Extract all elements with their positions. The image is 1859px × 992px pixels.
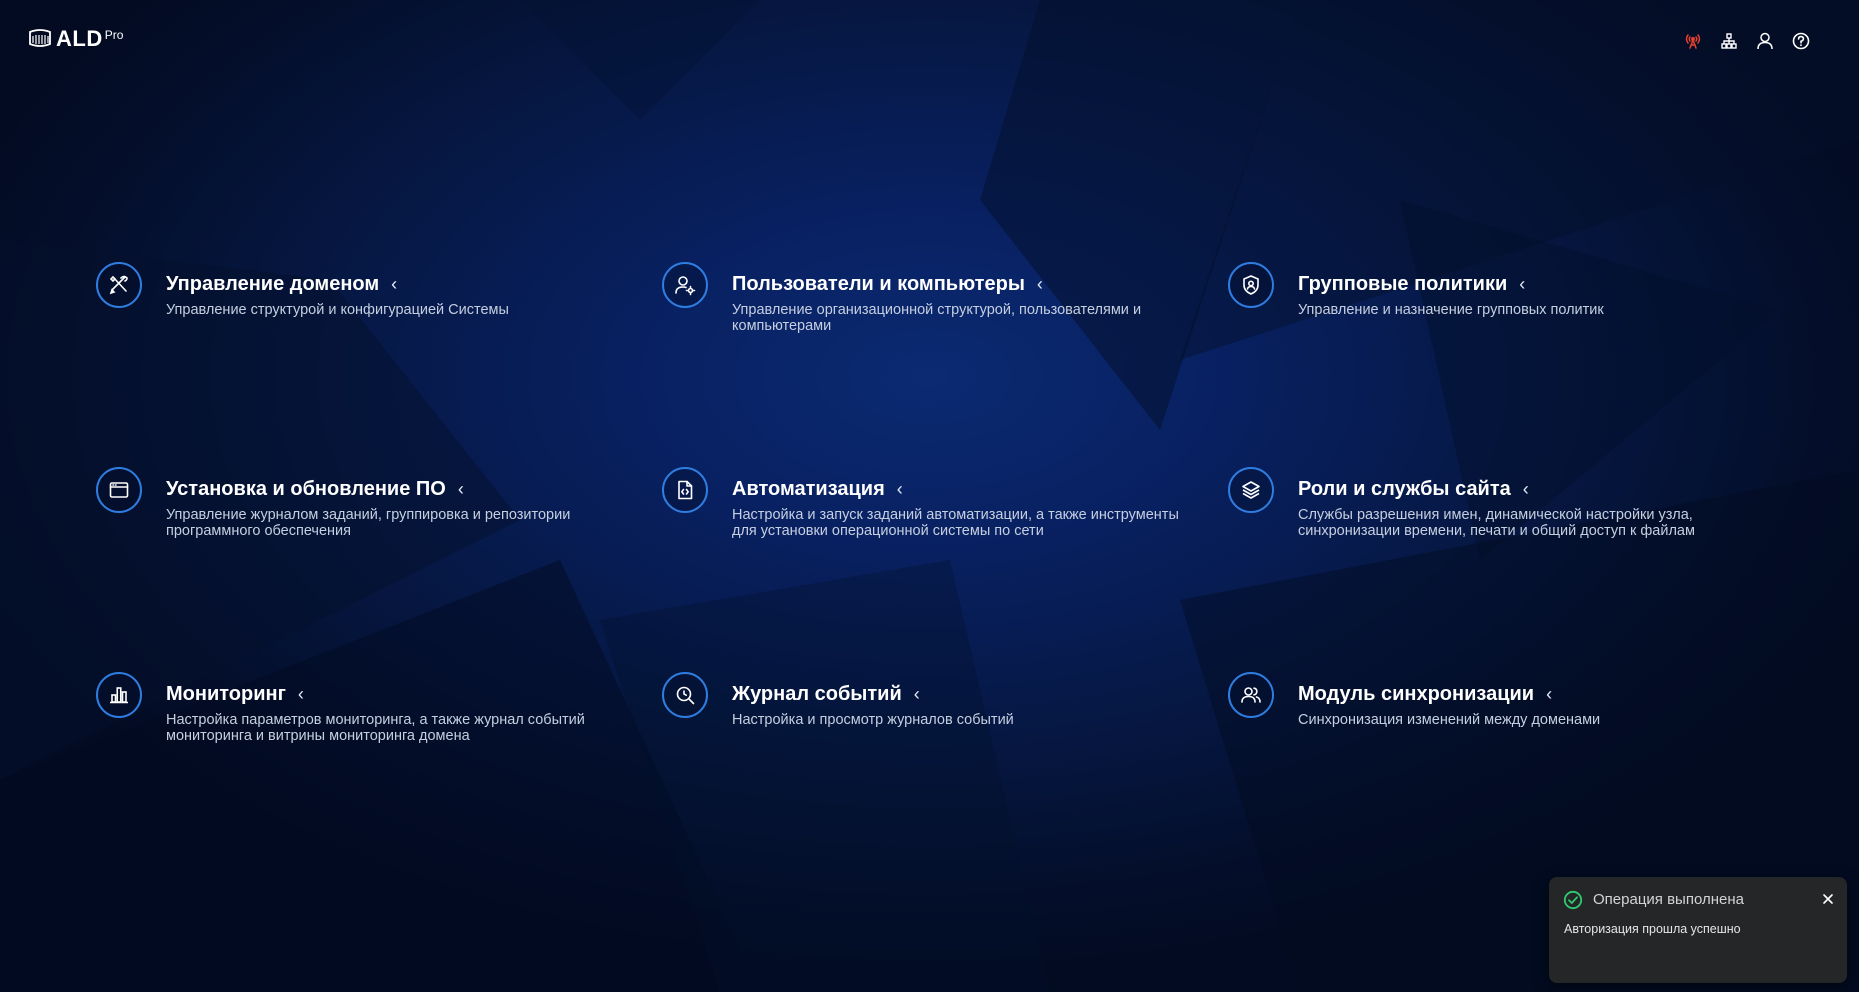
module-title: Автоматизация ‹ [732, 476, 903, 502]
module-title: Роли и службы сайта ‹ [1298, 476, 1529, 502]
users-sync-icon [1228, 672, 1274, 718]
module-title-text: Управление доменом [166, 273, 380, 295]
shield-user-icon [1228, 262, 1274, 308]
tools-icon [96, 262, 142, 308]
module-description: Настройка и просмотр журналов событий [732, 712, 1014, 728]
toast-notification: Операция выполнена Авторизация прошла ус… [1549, 877, 1847, 983]
module-description: Управление журналом заданий, группировка… [166, 507, 571, 539]
module-title-text: Мониторинг [166, 683, 286, 705]
module-title: Установка и обновление ПО ‹ [166, 476, 464, 502]
module-title: Мониторинг ‹ [166, 681, 304, 707]
search-log-icon [662, 672, 708, 718]
logo-mark-icon [29, 29, 51, 47]
module-title: Пользователи и компьютеры ‹ [732, 271, 1043, 297]
chevron-left-icon: ‹ [1519, 274, 1526, 294]
close-icon[interactable] [1821, 892, 1835, 906]
module-description: Настройка и запуск заданий автоматизации… [732, 507, 1179, 539]
chevron-left-icon: ‹ [391, 274, 398, 294]
module-description: Управление организационной структурой, п… [732, 302, 1142, 334]
top-header: ALD Pro [0, 0, 1859, 80]
user-settings-icon [662, 262, 708, 308]
module-title: Управление доменом ‹ [166, 271, 397, 297]
chevron-left-icon: ‹ [1546, 684, 1553, 704]
module-title-text: Модуль синхронизации [1298, 683, 1535, 705]
code-file-icon [662, 467, 708, 513]
logo[interactable]: ALD Pro [28, 26, 123, 52]
sitemap-icon[interactable] [1718, 30, 1740, 52]
chevron-left-icon: ‹ [297, 684, 304, 704]
module-title: Групповые политики ‹ [1298, 271, 1525, 297]
toast-title: Операция выполнена [1593, 891, 1744, 908]
logo-superscript: Pro [104, 28, 124, 42]
module-description: Управление и назначение групповых полити… [1298, 302, 1604, 318]
header-toolbar [1682, 30, 1826, 52]
module-title-text: Групповые политики [1298, 273, 1508, 295]
module-title-text: Установка и обновление ПО [166, 478, 446, 500]
chevron-left-icon: ‹ [457, 479, 464, 499]
chevron-left-icon: ‹ [1522, 479, 1529, 499]
app-window-icon [96, 467, 142, 513]
module-description: Синхронизация изменений между доменами [1298, 712, 1601, 728]
bar-chart-icon [96, 672, 142, 718]
chevron-left-icon: ‹ [913, 684, 920, 704]
module-title: Модуль синхронизации ‹ [1298, 681, 1552, 707]
user-icon[interactable] [1754, 30, 1776, 52]
module-title-text: Роли и службы сайта [1298, 478, 1511, 500]
toast-message: Авторизация прошла успешно [1564, 922, 1741, 936]
module-description: Управление структурой и конфигурацией Си… [166, 302, 509, 318]
module-title-text: Пользователи и компьютеры [732, 273, 1025, 295]
module-description: Настройка параметров мониторинга, а такж… [166, 712, 585, 744]
logo-text: ALD [56, 26, 103, 51]
layers-icon [1228, 467, 1274, 513]
module-description: Службы разрешения имен, динамической нас… [1298, 507, 1695, 539]
module-title-text: Журнал событий [732, 683, 902, 705]
chevron-left-icon: ‹ [896, 479, 903, 499]
module-title: Журнал событий ‹ [732, 681, 920, 707]
network-alert-icon[interactable] [1682, 30, 1704, 52]
help-icon[interactable] [1790, 30, 1812, 52]
check-circle-icon [1563, 890, 1583, 910]
module-title-text: Автоматизация [732, 478, 885, 500]
chevron-left-icon: ‹ [1036, 274, 1043, 294]
